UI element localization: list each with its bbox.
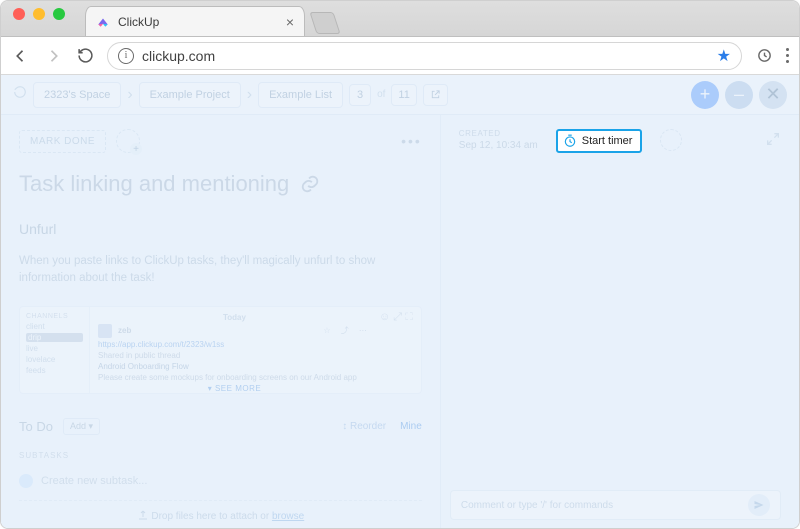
breadcrumb-project[interactable]: Example Project [139,82,241,108]
dropzone-browse-link[interactable]: browse [272,511,304,522]
add-button[interactable]: + [691,81,719,109]
window-close-dot[interactable] [13,8,25,20]
address-bar[interactable]: i clickup.com ★ [107,42,742,70]
nav-reload-icon[interactable] [75,47,95,64]
slack-unfurl-preview: CHANNELS client drip live lovelace feeds… [19,306,422,394]
unfurl-description: When you paste links to ClickUp tasks, t… [19,253,422,288]
comment-placeholder: Comment or type '/' for commands [461,500,613,511]
open-external-icon[interactable] [423,84,448,106]
channels-label: CHANNELS [26,313,83,320]
channel-item: drip [26,333,83,342]
browser-menu-icon[interactable] [786,48,789,63]
window-zoom-dot[interactable] [53,8,65,20]
task-title-text: Task linking and mentioning [19,171,289,197]
assignee-add[interactable]: + [116,129,140,153]
app-toolbar: 2323's Space › Example Project › Example… [1,75,799,115]
created-value: Sep 12, 10:34 am [459,140,538,151]
start-timer-button[interactable]: Start timer [556,129,643,153]
task-more-menu[interactable]: ••• [401,133,422,149]
tab-title: ClickUp [118,15,278,29]
new-subtask-placeholder: Create new subtask... [41,475,147,487]
url-text: clickup.com [142,48,709,64]
expand-icon[interactable] [765,131,781,152]
browser-tab[interactable]: ClickUp × [85,6,305,36]
embed-line: Please create some mockups for onboardin… [98,373,371,382]
breadcrumb-list[interactable]: Example List [258,82,343,108]
mine-filter[interactable]: Mine [400,421,422,432]
channel-item: feeds [26,366,83,375]
today-label: Today [98,313,371,322]
bookmark-star-icon[interactable]: ★ [717,46,731,66]
subtask-bullet-icon [19,474,33,488]
clickup-favicon-icon [96,15,110,29]
browser-toolbar: i clickup.com ★ [1,37,799,75]
breadcrumb-space[interactable]: 2323's Space [33,82,121,108]
channel-item: live [26,344,83,353]
extension-clickup-icon[interactable] [754,47,774,64]
minimize-button[interactable]: – [725,81,753,109]
send-icon[interactable] [748,494,770,516]
window-titlebar: ClickUp × [1,1,799,37]
task-index: 3 [349,84,371,106]
traffic-lights [1,8,77,30]
channel-item: lovelace [26,355,83,364]
nav-forward-icon [43,47,63,65]
task-total: 11 [391,84,416,106]
embed-line: Shared in public thread [98,351,371,360]
new-subtask-input[interactable]: Create new subtask... [19,474,422,488]
new-tab-button[interactable] [309,12,340,34]
refresh-icon[interactable] [13,85,27,104]
embed-actions: ☆ ⤴ ⋯ [323,325,371,336]
site-info-icon[interactable]: i [118,48,134,64]
embed-link: https://app.clickup.com/t/2323/w1ss [98,340,371,349]
chevron-right-icon: › [127,86,132,104]
attachment-dropzone[interactable]: Drop files here to attach or browse [19,500,422,529]
avatar-icon [98,324,112,338]
window-minimize-dot[interactable] [33,8,45,20]
comment-input[interactable]: Comment or type '/' for commands [450,490,781,520]
created-meta: CREATED Sep 12, 10:34 am [459,129,538,151]
link-icon [299,173,321,195]
close-button[interactable]: ✕ [759,81,787,109]
dropzone-text: Drop files here to attach or [151,511,272,522]
due-date-add[interactable] [660,129,682,151]
subtasks-label: SUBTASKS [19,451,422,460]
created-label: CREATED [459,129,538,138]
reorder-link[interactable]: ↕ Reorder [342,421,386,432]
see-more-link[interactable]: ▾ SEE MORE [98,384,371,393]
task-title[interactable]: Task linking and mentioning [19,171,422,197]
add-todo-button[interactable]: Add ▾ [63,418,100,435]
of-label: of [377,89,385,100]
embed-user: zeb [118,326,131,335]
nav-back-icon[interactable] [11,47,31,65]
chevron-right-icon: › [247,86,252,104]
channel-item: client [26,322,83,331]
embed-footer-icons: ☺ ⤢ ⛶ [379,307,421,324]
tab-close-icon[interactable]: × [286,14,294,30]
start-timer-label: Start timer [582,135,633,147]
mark-done-button[interactable]: MARK DONE [19,130,106,153]
embed-line: Android Onboarding Flow [98,362,371,371]
plus-icon: + [130,143,142,155]
timer-icon [563,134,577,148]
section-unfurl-heading: Unfurl [19,221,422,237]
todo-heading: To Do [19,419,53,434]
